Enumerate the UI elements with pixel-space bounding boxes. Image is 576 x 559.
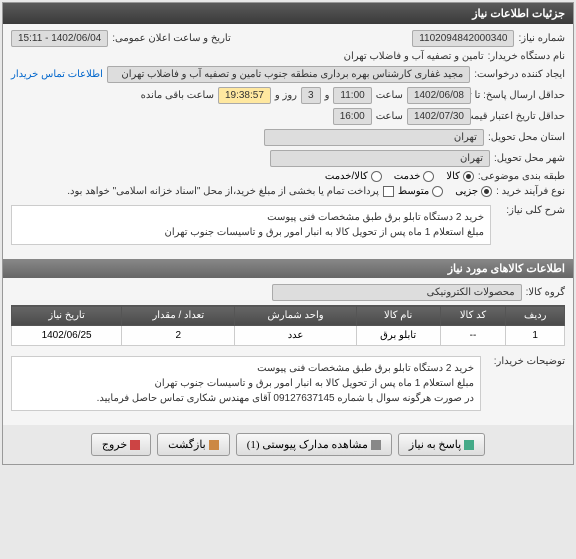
category-service-option[interactable]: خدمت — [394, 171, 435, 182]
category-label: طبقه بندی موضوعی: — [478, 171, 565, 182]
need-number-value: 1102094842000340 — [412, 30, 514, 47]
cell-row: 1 — [506, 326, 565, 346]
radio-icon — [371, 171, 382, 182]
category-goods-option[interactable]: کالا — [446, 171, 474, 182]
group-value: محصولات الکترونیکی — [272, 284, 522, 301]
col-qty: تعداد / مقدار — [122, 306, 235, 326]
delivery-province-value: تهران — [264, 129, 484, 146]
remaining-label: ساعت باقی مانده — [141, 90, 214, 101]
cell-code: -- — [440, 326, 506, 346]
category-both-option[interactable]: کالا/خدمت — [325, 171, 382, 182]
radio-icon — [463, 171, 474, 182]
respond-button-label: پاسخ به نیاز — [409, 438, 461, 451]
announce-value: 1402/06/04 - 15:11 — [11, 30, 108, 47]
buyer-notes-line1: خرید 2 دستگاه تابلو برق طبق مشخصات فنی پ… — [18, 361, 474, 376]
buyer-notes-box: خرید 2 دستگاه تابلو برق طبق مشخصات فنی پ… — [11, 356, 481, 411]
process-medium-option[interactable]: متوسط — [398, 186, 443, 197]
overview-line1: خرید 2 دستگاه تابلو برق طبق مشخصات فنی پ… — [18, 210, 484, 225]
items-table: ردیف کد کالا نام کالا واحد شمارش تعداد /… — [11, 305, 565, 346]
validity-label: حداقل تاریخ اعتبار قیمت: تا تاریخ: — [475, 111, 565, 122]
overview-box: خرید 2 دستگاه تابلو برق طبق مشخصات فنی پ… — [11, 205, 491, 245]
process-label: نوع فرآیند خرید : — [496, 186, 565, 197]
buyer-org-value: تامین و تصفیه آب و فاضلاب تهران — [344, 51, 484, 62]
table-row[interactable]: 1 -- تابلو برق عدد 2 1402/06/25 — [12, 326, 565, 346]
radio-icon — [481, 186, 492, 197]
cell-qty: 2 — [122, 326, 235, 346]
countdown-value: 19:38:57 — [218, 87, 271, 104]
back-button-label: بازگشت — [168, 438, 206, 451]
cell-unit: عدد — [235, 326, 356, 346]
process-minor-label: جزیی — [455, 186, 478, 197]
validity-time: 16:00 — [333, 108, 372, 125]
items-section-header: اطلاعات کالاهای مورد نیاز — [3, 259, 573, 278]
category-service-label: خدمت — [394, 171, 421, 182]
buyer-notes-line3: در صورت هرگونه سوال با شماره 09127637145… — [18, 391, 474, 406]
buyer-org-label: نام دستگاه خریدار: — [488, 51, 565, 62]
back-icon — [209, 440, 219, 450]
overview-line2: مبلغ استعلام 1 ماه پس از تحویل کالا به ا… — [18, 225, 484, 240]
delivery-province-label: استان محل تحویل: — [488, 132, 565, 143]
table-header-row: ردیف کد کالا نام کالا واحد شمارش تعداد /… — [12, 306, 565, 326]
col-unit: واحد شمارش — [235, 306, 356, 326]
category-both-label: کالا/خدمت — [325, 171, 368, 182]
payment-note: پرداخت تمام یا بخشی از مبلغ خرید،از محل … — [67, 186, 379, 197]
treasury-checkbox[interactable] — [383, 186, 394, 197]
category-goods-label: کالا — [446, 171, 460, 182]
group-label: گروه کالا: — [526, 287, 565, 298]
radio-icon — [423, 171, 434, 182]
col-row: ردیف — [506, 306, 565, 326]
days-label: روز و — [275, 90, 297, 101]
back-button[interactable]: بازگشت — [157, 433, 230, 456]
attachment-icon — [371, 440, 381, 450]
time-label-1: ساعت — [376, 90, 403, 101]
buyer-notes-line2: مبلغ استعلام 1 ماه پس از تحویل کالا به ا… — [18, 376, 474, 391]
panel-title: جزئیات اطلاعات نیاز — [3, 3, 573, 24]
exit-icon — [130, 440, 140, 450]
button-bar: پاسخ به نیاز مشاهده مدارک پیوستی (1) باز… — [3, 425, 573, 464]
cell-date: 1402/06/25 — [12, 326, 122, 346]
exit-button-label: خروج — [102, 438, 127, 451]
cell-name: تابلو برق — [356, 326, 440, 346]
contact-info-link[interactable]: اطلاعات تماس خریدار — [11, 69, 103, 80]
respond-button[interactable]: پاسخ به نیاز — [398, 433, 485, 456]
col-code: کد کالا — [440, 306, 506, 326]
time-label-2: ساعت — [376, 111, 403, 122]
process-minor-option[interactable]: جزیی — [455, 186, 492, 197]
buyer-notes-label: توضیحات خریدار: — [485, 352, 565, 367]
attachments-button-label: مشاهده مدارک پیوستی (1) — [247, 438, 368, 451]
creator-value: مجید غفاری کارشناس بهره برداری منطقه جنو… — [107, 66, 470, 83]
days-value: 3 — [301, 87, 321, 104]
process-radio-group: جزیی متوسط — [398, 186, 492, 197]
radio-icon — [432, 186, 443, 197]
process-medium-label: متوسط — [398, 186, 429, 197]
attachments-button[interactable]: مشاهده مدارک پیوستی (1) — [236, 433, 392, 456]
overview-label: شرح کلی نیاز: — [495, 201, 565, 216]
category-radio-group: کالا خدمت کالا/خدمت — [325, 171, 474, 182]
deadline-time: 11:00 — [333, 87, 371, 104]
delivery-city-value: تهران — [270, 150, 490, 167]
col-name: نام کالا — [356, 306, 440, 326]
deadline-label: حداقل ارسال پاسخ: تا تاریخ: — [475, 90, 565, 101]
need-number-label: شماره نیاز: — [518, 33, 565, 44]
announce-label: تاریخ و ساعت اعلان عمومی: — [112, 33, 231, 44]
reply-icon — [464, 440, 474, 450]
and-label: و — [325, 90, 330, 101]
deadline-date: 1402/06/08 — [407, 87, 471, 104]
validity-date: 1402/07/30 — [407, 108, 471, 125]
exit-button[interactable]: خروج — [91, 433, 151, 456]
creator-label: ایجاد کننده درخواست: — [474, 69, 565, 80]
col-date: تاریخ نیاز — [12, 306, 122, 326]
delivery-city-label: شهر محل تحویل: — [494, 153, 565, 164]
